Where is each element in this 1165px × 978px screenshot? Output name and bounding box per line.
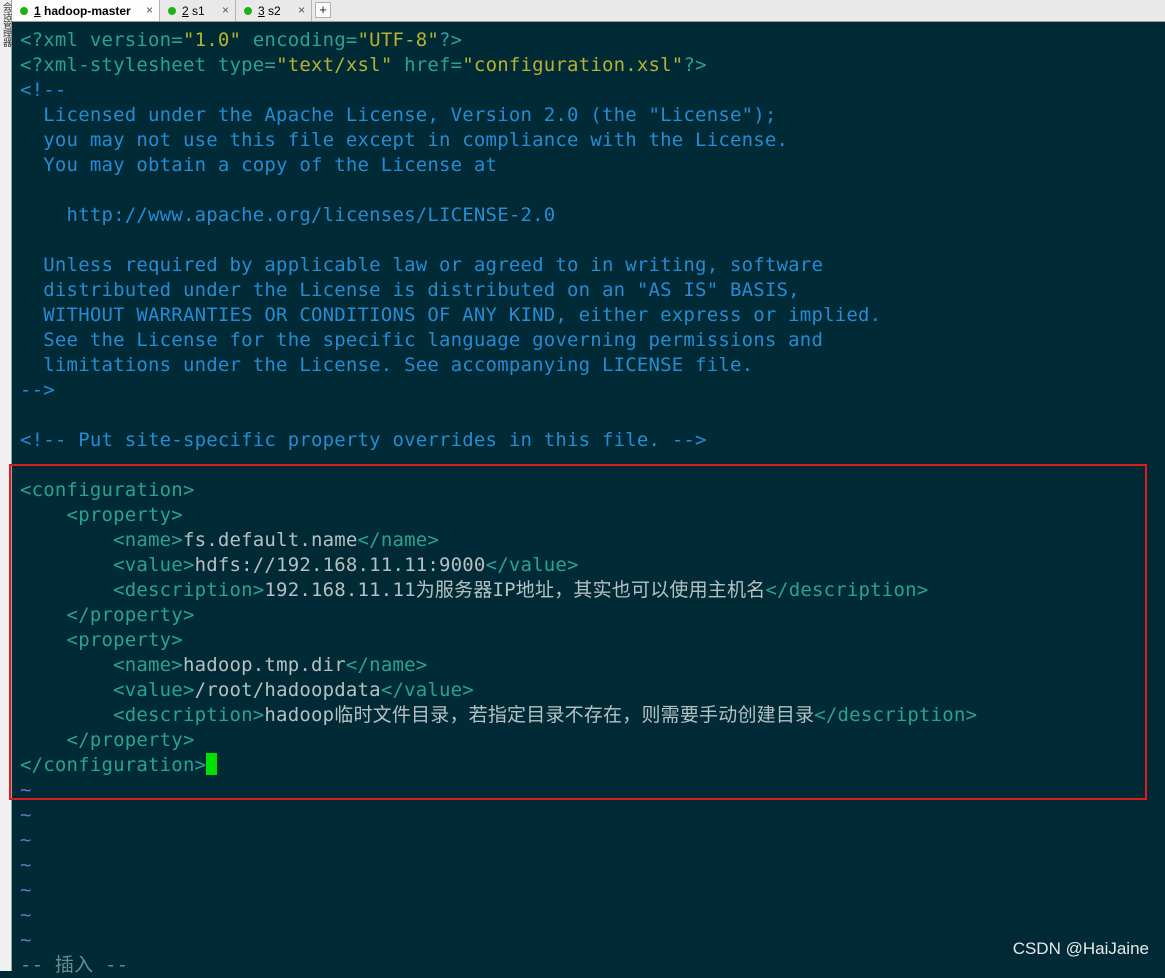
editor-line: See the License for the specific languag… bbox=[20, 328, 823, 353]
editor-line: Unless required by applicable law or agr… bbox=[20, 253, 823, 278]
code-token: "UTF-8" bbox=[357, 29, 440, 51]
empty-line-marker: ~ bbox=[20, 854, 32, 876]
editor-line: ~ bbox=[20, 878, 32, 903]
editor-line: WITHOUT WARRANTIES OR CONDITIONS OF ANY … bbox=[20, 303, 881, 328]
highlight-annotation-box bbox=[9, 464, 1147, 800]
editor-line: ~ bbox=[20, 803, 32, 828]
code-token: "text/xsl" bbox=[276, 54, 393, 76]
insert-mode-indicator: -- 插入 -- bbox=[20, 954, 129, 976]
code-token: http://www.apache.org/licenses/LICENSE-2… bbox=[20, 204, 556, 226]
code-token: Unless required by applicable law or agr… bbox=[20, 254, 824, 276]
tab-number: 3 bbox=[258, 3, 265, 18]
connected-status-icon bbox=[244, 6, 252, 15]
tab-hadoop-master[interactable]: 1 hadoop-master × bbox=[12, 0, 160, 21]
session-manager-label: 会话管理器 bbox=[1, 2, 11, 47]
code-token: "1.0" bbox=[182, 29, 242, 51]
editor-line: you may not use this file except in comp… bbox=[20, 128, 788, 153]
editor-line: <!-- Put site-specific property override… bbox=[20, 428, 707, 453]
editor-line: -- 插入 -- bbox=[20, 953, 128, 978]
tab-name: s2 bbox=[268, 3, 281, 18]
tab-bar: 1 hadoop-master × 2 s1 × 3 s2 × + bbox=[12, 0, 1165, 22]
close-tab-icon[interactable]: × bbox=[222, 3, 229, 17]
code-token: encoding= bbox=[241, 29, 358, 51]
code-token: ?> bbox=[439, 29, 463, 51]
empty-line-marker: ~ bbox=[20, 929, 32, 951]
editor-line: <?xml version="1.0" encoding="UTF-8"?> bbox=[20, 28, 462, 53]
empty-line-marker: ~ bbox=[20, 879, 32, 901]
editor-line: distributed under the License is distrib… bbox=[20, 278, 800, 303]
editor-line: <?xml-stylesheet type="text/xsl" href="c… bbox=[20, 53, 707, 78]
editor-line: limitations under the License. See accom… bbox=[20, 353, 753, 378]
code-token: <!-- bbox=[20, 79, 67, 101]
code-token: WITHOUT WARRANTIES OR CONDITIONS OF ANY … bbox=[20, 304, 882, 326]
code-token: <?xml version= bbox=[20, 29, 183, 51]
code-token: "configuration.xsl" bbox=[462, 54, 684, 76]
editor-line: ~ bbox=[20, 903, 32, 928]
code-token: --> bbox=[20, 379, 55, 401]
tab-number: 1 bbox=[34, 3, 41, 18]
connected-status-icon bbox=[20, 6, 28, 15]
empty-line-marker: ~ bbox=[20, 904, 32, 926]
watermark: CSDN @HaiJaine bbox=[1012, 939, 1149, 958]
code-token: limitations under the License. See accom… bbox=[20, 354, 754, 376]
editor-line: ~ bbox=[20, 828, 32, 853]
code-token: <?xml-stylesheet type= bbox=[20, 54, 277, 76]
new-tab-button[interactable]: + bbox=[315, 2, 331, 18]
editor-line: You may obtain a copy of the License at bbox=[20, 153, 497, 178]
code-token: distributed under the License is distrib… bbox=[20, 279, 800, 301]
editor-line: --> bbox=[20, 378, 55, 403]
tab-s2[interactable]: 3 s2 × bbox=[236, 0, 312, 21]
editor-line: <!-- bbox=[20, 78, 67, 103]
code-token: Licensed under the Apache License, Versi… bbox=[20, 104, 777, 126]
close-tab-icon[interactable]: × bbox=[298, 3, 305, 17]
empty-line-marker: ~ bbox=[20, 804, 32, 826]
editor-line: ~ bbox=[20, 853, 32, 878]
code-token: ?> bbox=[683, 54, 707, 76]
editor-line: ~ bbox=[20, 928, 32, 953]
code-token: See the License for the specific languag… bbox=[20, 329, 824, 351]
connected-status-icon bbox=[168, 6, 176, 15]
tab-s1[interactable]: 2 s1 × bbox=[160, 0, 236, 21]
tab-number: 2 bbox=[182, 3, 189, 18]
code-token: You may obtain a copy of the License at bbox=[20, 154, 498, 176]
editor-line: Licensed under the Apache License, Versi… bbox=[20, 103, 777, 128]
editor-line: http://www.apache.org/licenses/LICENSE-2… bbox=[20, 203, 556, 228]
code-token: href= bbox=[392, 54, 463, 76]
close-tab-icon[interactable]: × bbox=[146, 3, 153, 17]
empty-line-marker: ~ bbox=[20, 829, 32, 851]
code-token: <!-- Put site-specific property override… bbox=[20, 429, 707, 451]
code-token: you may not use this file except in comp… bbox=[20, 129, 789, 151]
tab-name: s1 bbox=[192, 3, 205, 18]
tab-name: hadoop-master bbox=[44, 3, 131, 18]
